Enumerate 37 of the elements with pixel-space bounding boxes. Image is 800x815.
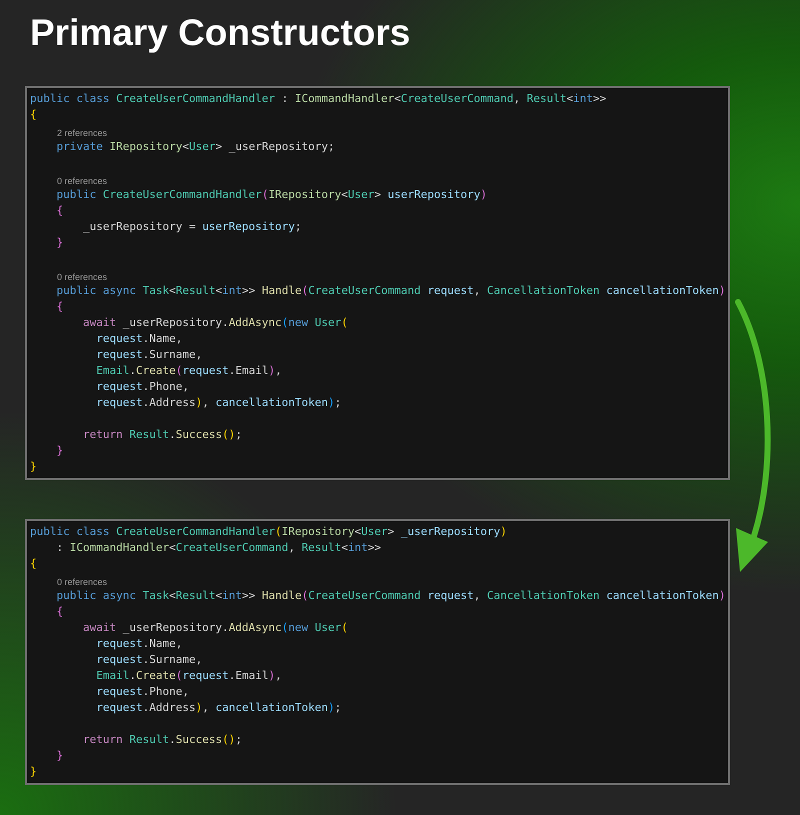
slide-title: Primary Constructors: [30, 11, 410, 55]
code-line: return Result.Success();: [82, 427, 242, 443]
code-line: await _userRepository.AddAsync(new User(: [82, 620, 348, 636]
code-line: public class CreateUserCommandHandler : ICommandHandler<CreateUserCommand, Result<int>>: [30, 91, 606, 107]
code-line: Email.Create(request.Email),: [95, 363, 282, 379]
code-line: public class CreateUserCommandHandler(IRepository<User> _userRepository): [30, 524, 507, 540]
code-line: request.Surname,: [95, 652, 202, 668]
code-line: }: [55, 748, 64, 764]
code-line: : ICommandHandler<CreateUserCommand, Result<int>>: [55, 540, 382, 556]
code-line: }: [55, 443, 64, 459]
reference-count[interactable]: 0 references: [57, 271, 108, 283]
code-line: {: [30, 107, 37, 123]
code-line: public async Task<Result<int>> Handle(CreateUserCommand request, CancellationToken cancellationToken): [55, 588, 726, 604]
code-line: {: [30, 556, 37, 572]
code-line: request.Surname,: [95, 347, 202, 363]
code-line: Email.Create(request.Email),: [95, 668, 282, 684]
code-line: public async Task<Result<int>> Handle(CreateUserCommand request, CancellationToken cancellationToken): [55, 283, 726, 299]
code-line: request.Phone,: [95, 379, 189, 395]
code-line: }: [55, 235, 64, 251]
code-line: request.Address), cancellationToken);: [95, 395, 342, 411]
code-line: _userRepository = userRepository;: [82, 219, 302, 235]
reference-count[interactable]: 2 references: [57, 127, 108, 139]
code-line: }: [30, 459, 37, 475]
code-line: }: [30, 764, 37, 780]
code-line: return Result.Success();: [82, 732, 242, 748]
code-line: public CreateUserCommandHandler(IRepository<User> userRepository): [55, 187, 488, 203]
code-line: {: [55, 203, 64, 219]
code-line: await _userRepository.AddAsync(new User(: [82, 315, 348, 331]
code-line: request.Name,: [95, 331, 182, 347]
code-line: request.Address), cancellationToken);: [95, 700, 342, 716]
code-line: {: [55, 604, 64, 620]
reference-count[interactable]: 0 references: [57, 576, 108, 588]
reference-count[interactable]: 0 references: [57, 175, 108, 187]
code-line: private IRepository<User> _userRepository;: [55, 139, 335, 155]
code-line: request.Phone,: [95, 684, 189, 700]
code-line: {: [55, 299, 64, 315]
code-line: request.Name,: [95, 636, 182, 652]
